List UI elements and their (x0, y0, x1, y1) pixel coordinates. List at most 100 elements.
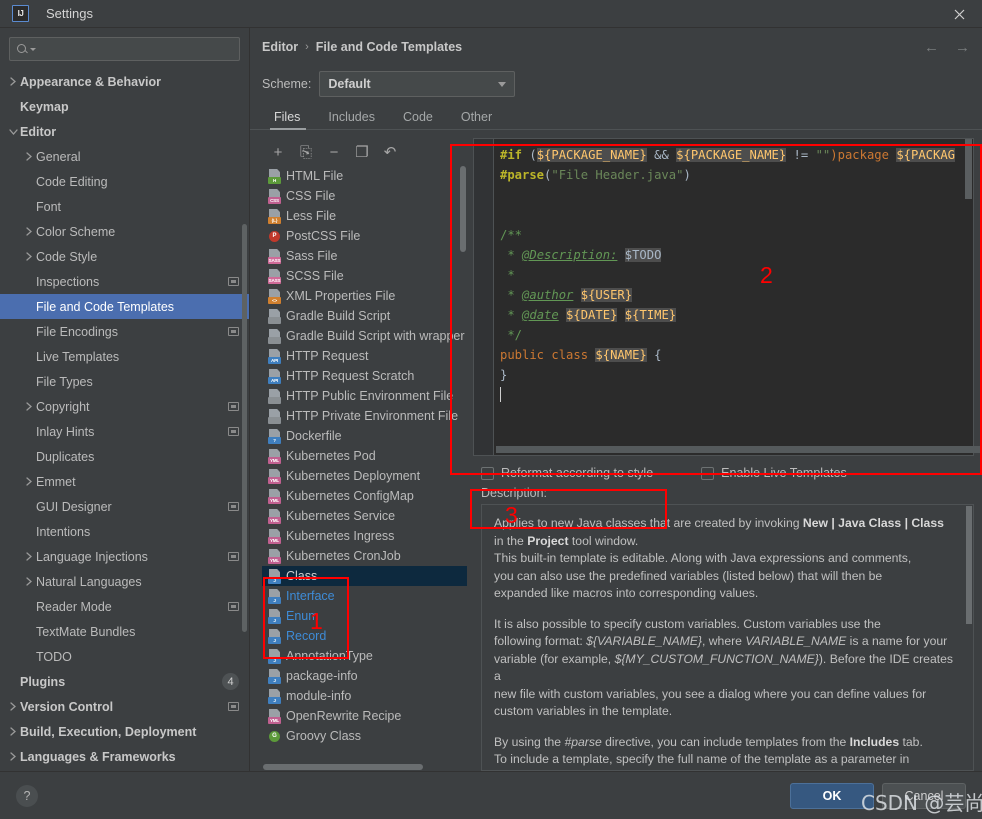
chevron-right-icon[interactable] (6, 727, 20, 736)
chevron-right-icon[interactable] (6, 702, 20, 711)
tab-files[interactable]: Files (262, 110, 314, 130)
live-templates-checkbox-box[interactable] (701, 466, 715, 480)
template-list-item[interactable]: J Interface (262, 586, 467, 606)
template-list-item[interactable]: YML Kubernetes Ingress (262, 526, 467, 546)
sidebar-item-live-templates[interactable]: Live Templates (0, 344, 249, 369)
chevron-right-icon[interactable] (22, 577, 36, 586)
template-list-item[interactable]: Gradle Build Script (262, 306, 467, 326)
template-list-item[interactable]: CSS CSS File (262, 186, 467, 206)
sidebar-item-general[interactable]: General (0, 144, 249, 169)
sidebar-item-code-style[interactable]: Code Style (0, 244, 249, 269)
editor-vertical-scrollbar[interactable] (965, 139, 972, 199)
chevron-right-icon[interactable] (6, 752, 20, 761)
template-list-item[interactable]: J Class (262, 566, 467, 586)
search-filter-chevron-icon[interactable] (30, 47, 36, 51)
search-input[interactable] (40, 42, 233, 56)
template-list-item[interactable]: YML Kubernetes Service (262, 506, 467, 526)
chevron-right-icon[interactable] (22, 477, 36, 486)
tab-includes[interactable]: Includes (314, 110, 389, 129)
template-list-item[interactable]: YML Kubernetes ConfigMap (262, 486, 467, 506)
template-list-item[interactable]: SASS SCSS File (262, 266, 467, 286)
template-list-item[interactable]: YML OpenRewrite Recipe (262, 706, 467, 726)
scheme-dropdown[interactable]: Default (319, 71, 516, 97)
template-list-item[interactable]: ? Dockerfile (262, 426, 467, 446)
remove-template-button[interactable]: − (326, 144, 342, 161)
chevron-right-icon[interactable] (22, 252, 36, 261)
duplicate-template-button[interactable]: ❐ (354, 144, 370, 161)
sidebar-item-languages-frameworks[interactable]: Languages & Frameworks (0, 744, 249, 769)
template-list-item[interactable]: YML Kubernetes Deployment (262, 466, 467, 486)
reformat-checkbox[interactable]: Reformat according to style (481, 466, 653, 480)
add-template-button[interactable]: + (270, 144, 286, 161)
sidebar-item-reader-mode[interactable]: Reader Mode (0, 594, 249, 619)
template-tabs[interactable]: Files Includes Code Other (250, 102, 982, 130)
template-list-item[interactable]: API HTTP Request (262, 346, 467, 366)
search-box[interactable] (9, 37, 240, 61)
sidebar-item-keymap[interactable]: Keymap (0, 94, 249, 119)
chevron-right-icon[interactable] (22, 552, 36, 561)
tab-other[interactable]: Other (447, 110, 506, 129)
tab-code[interactable]: Code (389, 110, 447, 129)
chevron-right-icon[interactable] (22, 227, 36, 236)
sidebar-item-todo[interactable]: TODO (0, 644, 249, 669)
sidebar-item-file-types[interactable]: File Types (0, 369, 249, 394)
cancel-button[interactable]: Cancel (882, 782, 966, 809)
template-list-item[interactable]: J Record (262, 626, 467, 646)
sidebar-item-code-editing[interactable]: Code Editing (0, 169, 249, 194)
question-mark-icon[interactable]: ? (16, 784, 38, 807)
template-list-item[interactable]: J AnnotationType (262, 646, 467, 666)
arrow-right-icon[interactable]: → (955, 39, 970, 56)
template-list[interactable]: H HTML File CSS CSS File {L} Less File P PostCS… (262, 166, 467, 771)
sidebar-item-editor[interactable]: Editor (0, 119, 249, 144)
template-list-item[interactable]: Jpackage-info (262, 666, 467, 686)
template-source-code[interactable]: #if (${PACKAGE_NAME} && ${PACKAGE_NAME} … (500, 145, 973, 405)
sidebar-item-font[interactable]: Font (0, 194, 249, 219)
editor-code-area[interactable]: #if (${PACKAGE_NAME} && ${PACKAGE_NAME} … (494, 139, 973, 455)
sidebar-item-inlay-hints[interactable]: Inlay Hints (0, 419, 249, 444)
reformat-checkbox-box[interactable] (481, 466, 494, 480)
description-scrollbar[interactable] (966, 506, 972, 624)
template-list-item[interactable]: HTTP Private Environment File (262, 406, 467, 426)
template-list-item[interactable]: J Enum (262, 606, 467, 626)
copy-template-button[interactable]: ⎘ (298, 144, 314, 161)
sidebar-item-file-and-code-templates[interactable]: File and Code Templates (0, 294, 249, 319)
template-list-item[interactable]: G Groovy Class (262, 726, 467, 746)
sidebar-item-intentions[interactable]: Intentions (0, 519, 249, 544)
chevron-right-icon[interactable] (22, 402, 36, 411)
template-list-item[interactable]: YML Kubernetes Pod (262, 446, 467, 466)
template-list-item[interactable]: P PostCSS File (262, 226, 467, 246)
close-icon[interactable] (936, 0, 982, 28)
settings-tree[interactable]: Appearance & Behavior Keymap Editor General… (0, 67, 249, 771)
sidebar-item-textmate-bundles[interactable]: TextMate Bundles (0, 619, 249, 644)
arrow-left-icon[interactable]: ← (924, 39, 939, 56)
template-list-toolbar[interactable]: + ⎘ − ❐ ↶ (262, 138, 467, 166)
sidebar-item-color-scheme[interactable]: Color Scheme (0, 219, 249, 244)
sidebar-item-build-execution-deployment[interactable]: Build, Execution, Deployment (0, 719, 249, 744)
description-box[interactable]: Applies to new Java classes that are cre… (481, 504, 974, 771)
editor-horizontal-scrollbar[interactable] (496, 446, 982, 453)
sidebar-item-copyright[interactable]: Copyright (0, 394, 249, 419)
template-list-item[interactable]: API HTTP Request Scratch (262, 366, 467, 386)
sidebar-item-plugins[interactable]: Plugins 4 (0, 669, 249, 694)
template-list-item[interactable]: SASS Sass File (262, 246, 467, 266)
template-list-item[interactable]: <> XML Properties File (262, 286, 467, 306)
template-list-item[interactable]: HTTP Public Environment File (262, 386, 467, 406)
sidebar-scrollbar[interactable] (242, 224, 247, 632)
template-editor[interactable]: #if (${PACKAGE_NAME} && ${PACKAGE_NAME} … (473, 138, 982, 456)
sidebar-item-version-control[interactable]: Version Control (0, 694, 249, 719)
chevron-right-icon[interactable] (22, 152, 36, 161)
template-list-item[interactable]: Jmodule-info (262, 686, 467, 706)
template-list-scrollbar[interactable] (460, 166, 466, 252)
sidebar-item-inspections[interactable]: Inspections (0, 269, 249, 294)
sidebar-item-duplicates[interactable]: Duplicates (0, 444, 249, 469)
reset-template-button[interactable]: ↶ (382, 144, 398, 161)
sidebar-item-natural-languages[interactable]: Natural Languages (0, 569, 249, 594)
template-list-item[interactable]: {L} Less File (262, 206, 467, 226)
sidebar-item-language-injections[interactable]: Language Injections (0, 544, 249, 569)
template-list-hscrollbar[interactable] (263, 764, 423, 770)
breadcrumb-parent[interactable]: Editor (262, 40, 298, 54)
chevron-right-icon[interactable] (6, 77, 20, 86)
sidebar-item-emmet[interactable]: Emmet (0, 469, 249, 494)
live-templates-checkbox[interactable]: Enable Live Templates (701, 466, 847, 480)
sidebar-item-file-encodings[interactable]: File Encodings (0, 319, 249, 344)
